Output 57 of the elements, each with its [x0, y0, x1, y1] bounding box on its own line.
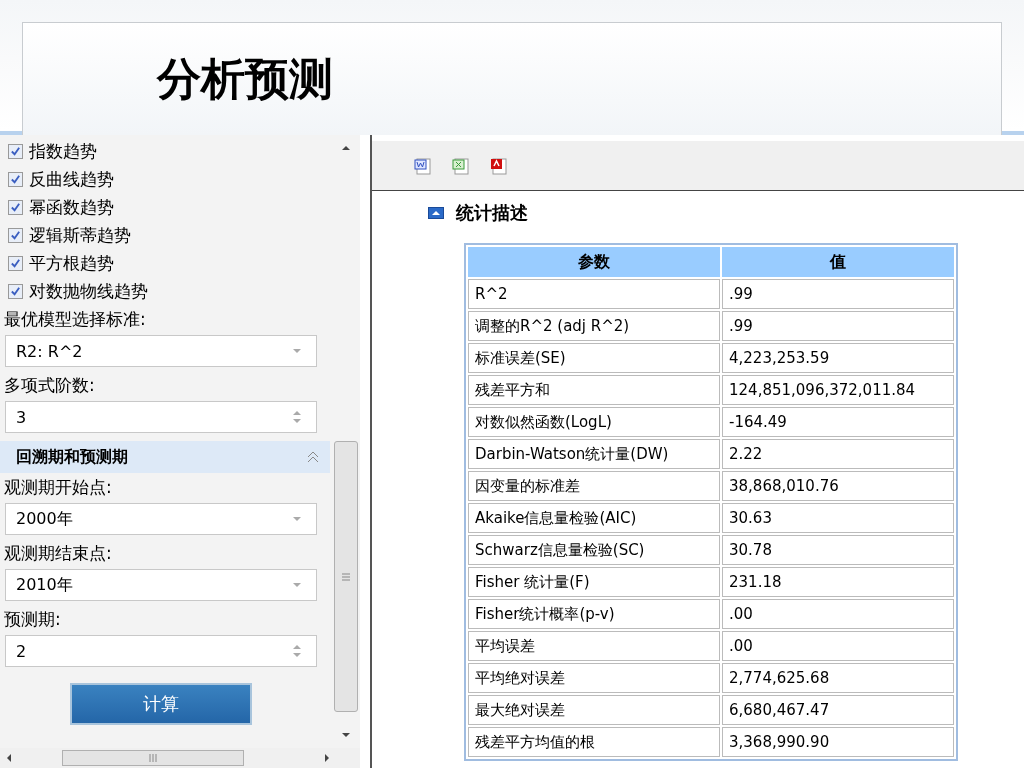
field-label: 最优模型选择标准: — [4, 308, 147, 331]
dropdown-field[interactable]: 2000年 — [5, 503, 317, 535]
table-cell: 3,368,990.90 — [722, 727, 954, 757]
field-value: 2000年 — [16, 508, 73, 530]
checkbox-label: 对数抛物线趋势 — [29, 279, 148, 303]
table-cell: 38,868,010.76 — [722, 471, 954, 501]
table-cell: 残差平方均值的根 — [468, 727, 720, 757]
section-title: 统计描述 — [456, 201, 528, 225]
table-cell: .00 — [722, 631, 954, 661]
table-cell: -164.49 — [722, 407, 954, 437]
checkbox-label: 逻辑斯蒂趋势 — [29, 223, 131, 247]
table-cell: 6,680,467.47 — [722, 695, 954, 725]
table-cell: 124,851,096,372,011.84 — [722, 375, 954, 405]
field-value: R2: R^2 — [16, 341, 83, 361]
table-cell: .99 — [722, 279, 954, 309]
table-cell: 残差平方和 — [468, 375, 720, 405]
number-field[interactable]: 2 — [5, 635, 317, 667]
dropdown-field[interactable]: R2: R^2 — [5, 335, 317, 367]
column-header: 参数 — [468, 247, 720, 277]
table-cell: 因变量的标准差 — [468, 471, 720, 501]
table-cell: .99 — [722, 311, 954, 341]
table-cell: 30.78 — [722, 535, 954, 565]
table-cell: 最大绝对误差 — [468, 695, 720, 725]
checkbox-label: 平方根趋势 — [29, 251, 114, 275]
column-header: 值 — [722, 247, 954, 277]
dropdown-field[interactable]: 2010年 — [5, 569, 317, 601]
field-value: 2 — [16, 641, 27, 661]
table-cell: 2,774,625.68 — [722, 663, 954, 693]
table-cell: Schwarz信息量检验(SC) — [468, 535, 720, 565]
table-cell: 平均绝对误差 — [468, 663, 720, 693]
calculate-button[interactable]: 计算 — [70, 683, 252, 725]
table-cell: 231.18 — [722, 567, 954, 597]
table-cell: 2.22 — [722, 439, 954, 469]
table-cell: 对数似然函数(LogL) — [468, 407, 720, 437]
table-cell: R^2 — [468, 279, 720, 309]
checkbox-label: 指数趋势 — [29, 139, 97, 163]
table-cell: Darbin-Watson统计量(DW) — [468, 439, 720, 469]
table-cell: Fisher 统计量(F) — [468, 567, 720, 597]
number-field[interactable]: 3 — [5, 401, 317, 433]
field-label: 观测期开始点: — [4, 476, 113, 499]
table-cell: 调整的R^2 (adj R^2) — [468, 311, 720, 341]
field-label: 多项式阶数: — [4, 374, 96, 397]
field-label: 预测期: — [4, 608, 62, 631]
table-cell: 平均误差 — [468, 631, 720, 661]
field-label: 观测期结束点: — [4, 542, 113, 565]
table-cell: 30.63 — [722, 503, 954, 533]
table-cell: 4,223,253.59 — [722, 343, 954, 373]
table-cell: Fisher统计概率(p-v) — [468, 599, 720, 629]
checkbox-label: 反曲线趋势 — [29, 167, 114, 191]
field-value: 2010年 — [16, 574, 73, 596]
table-cell: Akaike信息量检验(AIC) — [468, 503, 720, 533]
slide-title: 分析预测 — [157, 51, 333, 106]
field-value: 3 — [16, 407, 27, 427]
table-cell: 标准误差(SE) — [468, 343, 720, 373]
checkbox-label: 幂函数趋势 — [29, 195, 114, 219]
table-cell: .00 — [722, 599, 954, 629]
section-header[interactable]: 回溯期和预测期 — [0, 441, 330, 473]
